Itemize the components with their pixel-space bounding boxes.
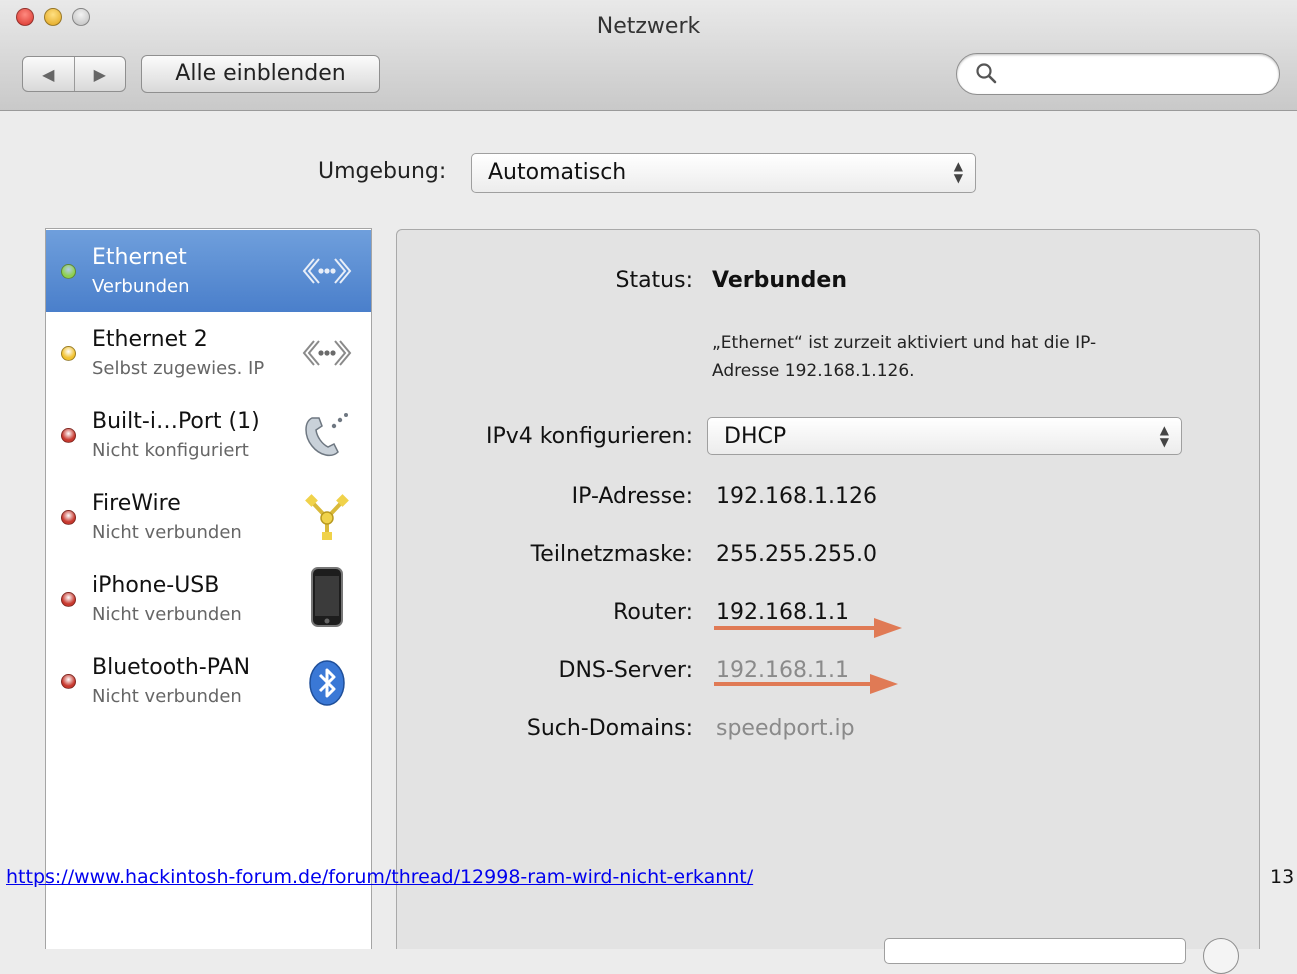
search-domains-label: Such-Domains:	[526, 716, 693, 741]
status-dot-icon	[61, 674, 76, 689]
status-label: Status:	[615, 268, 693, 293]
ip-address-label: IP-Adresse:	[571, 484, 693, 509]
search-input[interactable]	[1005, 62, 1265, 88]
dns-server-label: DNS-Server:	[558, 658, 693, 683]
location-select[interactable]: Automatisch ▲ ▼	[471, 153, 976, 193]
service-status: Nicht verbunden	[92, 522, 242, 543]
service-name: Ethernet 2	[92, 327, 208, 352]
status-dot-icon	[61, 428, 76, 443]
router-label: Router:	[613, 600, 693, 625]
ethernet-icon	[302, 258, 352, 284]
service-name: Ethernet	[92, 245, 187, 270]
service-item-ethernet[interactable]: Ethernet Verbunden	[46, 230, 371, 312]
firewire-icon	[305, 494, 349, 540]
subnet-mask-value: 255.255.255.0	[716, 542, 877, 567]
service-name: FireWire	[92, 491, 181, 516]
back-forward-control: ◀ ▶	[22, 56, 126, 92]
status-dot-icon	[61, 510, 76, 525]
help-button[interactable]	[1203, 938, 1239, 974]
status-dot-icon	[61, 592, 76, 607]
window-title: Netzwerk	[596, 14, 701, 39]
location-value: Automatisch	[488, 160, 627, 185]
service-item-bluetooth-pan[interactable]: Bluetooth-PAN Nicht verbunden	[46, 640, 371, 722]
service-status: Verbunden	[92, 276, 190, 297]
search-icon	[975, 62, 999, 90]
configure-ipv4-value: DHCP	[724, 424, 787, 449]
back-button[interactable]: ◀	[23, 57, 75, 91]
location-label: Umgebung:	[318, 159, 447, 184]
advanced-field[interactable]	[884, 938, 1186, 964]
phone-modem-icon	[305, 413, 348, 457]
service-status: Nicht konfiguriert	[92, 440, 249, 461]
status-value: Verbunden	[712, 268, 847, 293]
iphone-icon	[311, 567, 343, 627]
stepper-arrows-icon: ▲ ▼	[1159, 423, 1169, 449]
service-status: Nicht verbunden	[92, 686, 242, 707]
ethernet-icon	[302, 340, 352, 366]
annotation-arrow-dns	[714, 674, 898, 694]
forward-button[interactable]: ▶	[75, 57, 126, 91]
search-domains-value: speedport.ip	[716, 716, 855, 741]
service-item-iphone-usb[interactable]: iPhone-USB Nicht verbunden	[46, 558, 371, 640]
status-dot-icon	[61, 346, 76, 361]
configure-ipv4-select[interactable]: DHCP ▲ ▼	[707, 417, 1182, 455]
annotation-arrow-router	[714, 618, 902, 638]
status-dot-icon	[61, 264, 76, 279]
stepper-arrows-icon: ▲ ▼	[953, 159, 963, 185]
service-list: Ethernet Verbunden Ethernet 2 Selbst zug…	[45, 228, 372, 949]
service-item-firewire[interactable]: FireWire Nicht verbunden	[46, 476, 371, 558]
service-item-ethernet-2[interactable]: Ethernet 2 Selbst zugewies. IP	[46, 312, 371, 394]
ip-address-value: 192.168.1.126	[716, 484, 877, 509]
page-number: 13	[1270, 866, 1295, 888]
configure-ipv4-label: IPv4 konfigurieren:	[485, 424, 693, 449]
service-name: Built-i…Port (1)	[92, 409, 260, 434]
status-description-line: Adresse 192.168.1.126.	[712, 361, 915, 381]
search-field[interactable]	[956, 53, 1280, 95]
bluetooth-icon	[309, 660, 345, 706]
source-link[interactable]: https://www.hackintosh-forum.de/forum/th…	[6, 866, 753, 888]
service-status: Selbst zugewies. IP	[92, 358, 265, 379]
service-name: iPhone-USB	[92, 573, 220, 598]
service-item-builtin-port[interactable]: Built-i…Port (1) Nicht konfiguriert	[46, 394, 371, 476]
status-description-line: „Ethernet“ ist zurzeit aktiviert und hat…	[712, 333, 1097, 353]
window-titlebar: Netzwerk ◀ ▶ Alle einblenden	[0, 0, 1297, 111]
status-description: „Ethernet“ ist zurzeit aktiviert und hat…	[712, 329, 1192, 385]
service-status: Nicht verbunden	[92, 604, 242, 625]
subnet-mask-label: Teilnetzmaske:	[530, 542, 693, 567]
service-name: Bluetooth-PAN	[92, 655, 251, 680]
show-all-button[interactable]: Alle einblenden	[141, 55, 380, 93]
